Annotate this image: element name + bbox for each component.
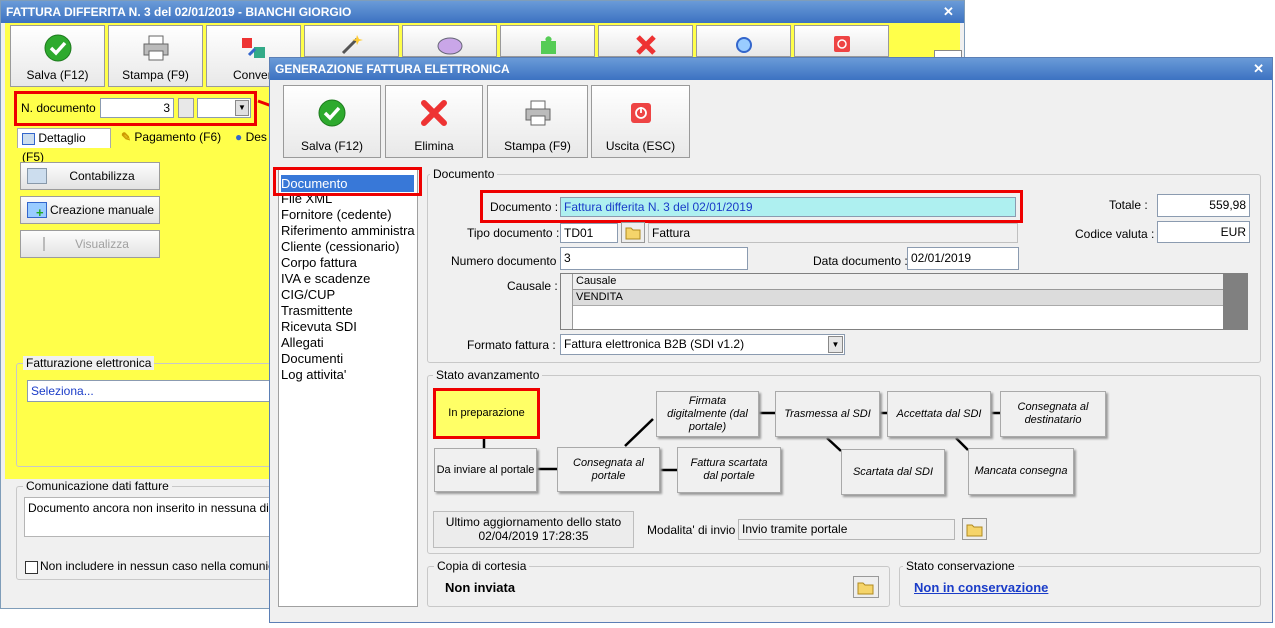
conservation-status-link[interactable]: Non in conservazione [914, 580, 1048, 595]
folder-icon [966, 524, 983, 537]
modalita-label: Modalita' di invio : [647, 523, 743, 537]
state-mancata-consegna: Mancata consegna [968, 448, 1074, 495]
modalita-lookup-button[interactable] [962, 518, 987, 540]
connector-line [624, 418, 654, 447]
einvoice-dialog: GENERAZIONE FATTURA ELETTRONICA ✕ Salva … [269, 57, 1273, 623]
courtesy-copy-button[interactable] [853, 576, 879, 598]
conservation-group: Stato conservazione Non in conservazione [899, 559, 1261, 607]
state-firmata: Firmata digitalmente (dal portale) [656, 391, 759, 437]
courtesy-copy-group: Copia di cortesia Non inviata [427, 559, 890, 607]
state-scartata-sdi: Scartata dal SDI [841, 449, 945, 495]
courtesy-copy-status: Non inviata [445, 580, 516, 595]
state-accettata: Accettata dal SDI [887, 391, 991, 437]
modalita-field: Invio tramite portale [738, 519, 955, 540]
connector-line [826, 437, 842, 452]
connector-line [955, 437, 969, 451]
state-da-inviare: Da inviare al portale [434, 448, 537, 492]
state-trasmessa: Trasmessa al SDI [775, 391, 880, 437]
state-in-preparazione: In preparazione [433, 388, 540, 439]
state-scartata-portale: Fattura scartata dal portale [677, 447, 781, 493]
folder-icon [857, 582, 874, 595]
last-update-label: Ultimo aggiornamento dello stato [445, 515, 622, 529]
last-update-value: 02/04/2019 17:28:35 [478, 529, 589, 543]
state-consegnata-destinatario: Consegnata al destinatario [1000, 391, 1106, 437]
last-update-box: Ultimo aggiornamento dello stato 02/04/2… [433, 511, 634, 548]
state-consegnata-portale: Consegnata al portale [557, 447, 660, 492]
